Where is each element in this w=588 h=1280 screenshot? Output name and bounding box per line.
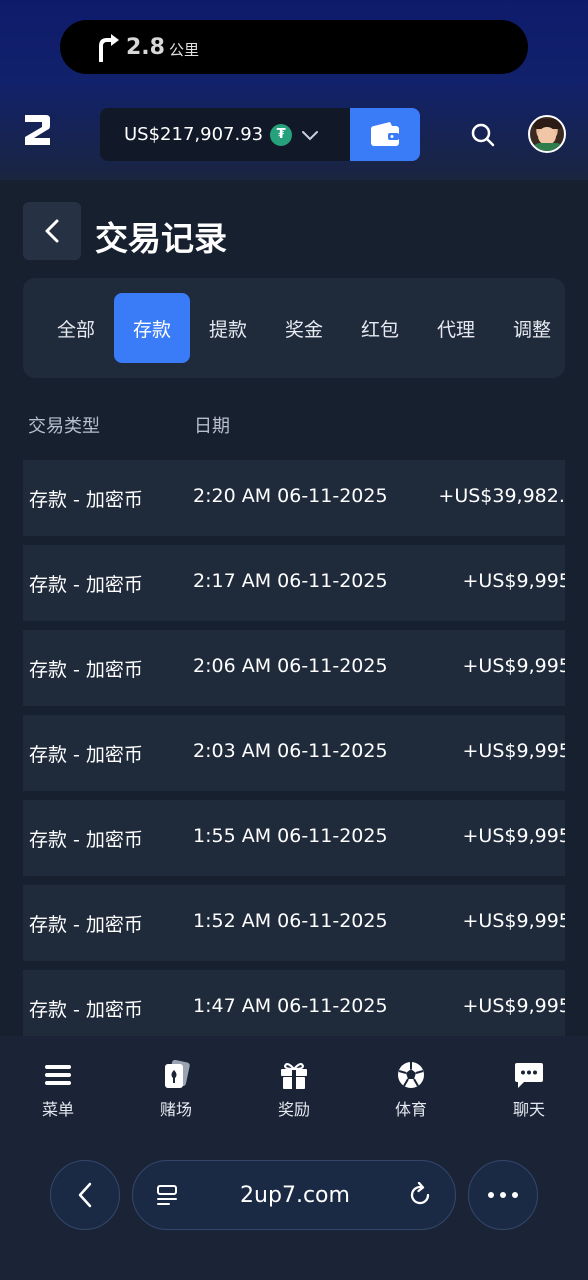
transaction-amount: +US$9,995.7 (462, 825, 566, 847)
search-icon[interactable] (470, 122, 496, 148)
more-dots-icon (488, 1192, 518, 1198)
tab-withdraw[interactable]: 提款 (190, 293, 266, 363)
transaction-amount: +US$9,995.7 (462, 655, 566, 677)
transaction-amount: +US$9,995.7 (462, 995, 566, 1017)
browser-more-button[interactable] (468, 1160, 538, 1230)
tab-adjustment[interactable]: 调整 (494, 293, 565, 363)
balance-selector[interactable]: US$217,907.93 ₮ (100, 108, 352, 161)
transaction-filter-tabs: 全部 存款 提款 奖金 红包 代理 调整 (23, 278, 565, 378)
logo-icon[interactable] (22, 112, 52, 148)
bottom-nav-label: 菜单 (41, 1100, 74, 1119)
navigation-pill[interactable]: 2.8 公里 (60, 20, 528, 74)
transaction-type: 存款 - 加密币 (29, 999, 143, 1021)
balance-amount: US$217,907.93 (124, 124, 264, 145)
bottom-nav-label: 聊天 (512, 1100, 545, 1119)
transaction-type: 存款 - 加密币 (29, 574, 143, 596)
transaction-date: 1:52 AM 06-11-2025 (193, 910, 388, 932)
transaction-amount: +US$9,995.7 (462, 910, 566, 932)
transaction-date: 2:17 AM 06-11-2025 (193, 570, 388, 592)
tab-bonus[interactable]: 奖金 (266, 293, 342, 363)
chevron-left-icon (78, 1182, 92, 1208)
transaction-date: 1:55 AM 06-11-2025 (193, 825, 388, 847)
transaction-type: 存款 - 加密币 (29, 914, 143, 936)
transaction-date: 2:03 AM 06-11-2025 (193, 740, 388, 762)
address-bar[interactable]: 2up7.com (132, 1160, 456, 1230)
tab-red-packet[interactable]: 红包 (342, 293, 418, 363)
table-header: 交易类型 日期 (28, 412, 568, 440)
cards-icon (165, 1060, 190, 1088)
page-title: 交易记录 (95, 219, 227, 258)
table-row[interactable]: 存款 - 加密币 2:17 AM 06-11-2025 +US$9,995.7 (23, 545, 565, 621)
transaction-list: 存款 - 加密币 2:20 AM 06-11-2025 +US$39,982.9… (23, 460, 565, 1055)
table-row[interactable]: 存款 - 加密币 1:52 AM 06-11-2025 +US$9,995.7 (23, 885, 565, 961)
bottom-nav-chat[interactable]: 聊天 (484, 1060, 574, 1122)
column-header-date: 日期 (194, 416, 230, 437)
tab-deposit[interactable]: 存款 (114, 293, 190, 363)
chat-icon (515, 1063, 543, 1088)
transaction-date: 2:20 AM 06-11-2025 (193, 485, 388, 507)
transaction-type: 存款 - 加密币 (29, 659, 143, 681)
menu-icon (45, 1065, 71, 1085)
browser-back-button[interactable] (50, 1160, 120, 1230)
wallet-button[interactable] (350, 108, 420, 161)
avatar[interactable] (528, 115, 566, 153)
bottom-nav-menu[interactable]: 菜单 (13, 1060, 103, 1122)
bottom-nav-label: 赌场 (159, 1100, 192, 1119)
tab-all[interactable]: 全部 (38, 293, 114, 363)
chevron-down-icon (302, 130, 319, 140)
transaction-date: 1:47 AM 06-11-2025 (193, 995, 388, 1017)
page-heading: 交易记录 (23, 202, 563, 262)
table-row[interactable]: 存款 - 加密币 2:06 AM 06-11-2025 +US$9,995.7 (23, 630, 565, 706)
transaction-amount: +US$39,982.9 (438, 485, 565, 507)
table-row[interactable]: 存款 - 加密币 1:55 AM 06-11-2025 +US$9,995.7 (23, 800, 565, 876)
browser-toolbar: 2up7.com (0, 1160, 588, 1230)
bottom-nav-label: 体育 (394, 1100, 427, 1119)
bottom-nav-rewards[interactable]: 奖励 (249, 1060, 339, 1122)
bottom-nav-sports[interactable]: 体育 (366, 1060, 456, 1122)
app-header: US$217,907.93 ₮ (0, 100, 588, 170)
table-row[interactable]: 存款 - 加密币 1:47 AM 06-11-2025 +US$9,995.7 (23, 970, 565, 1046)
turn-right-arrow-icon (99, 34, 119, 62)
tab-agent[interactable]: 代理 (418, 293, 494, 363)
bottom-navigation: 菜单 赌场 奖励 体育 聊天 (0, 1036, 588, 1280)
reload-icon[interactable] (407, 1182, 433, 1208)
transaction-amount: +US$9,995.7 (462, 570, 566, 592)
table-row[interactable]: 存款 - 加密币 2:20 AM 06-11-2025 +US$39,982.9 (23, 460, 565, 536)
transaction-date: 2:06 AM 06-11-2025 (193, 655, 388, 677)
chevron-left-icon (45, 219, 59, 243)
wallet-icon (371, 121, 399, 146)
navigation-distance: 2.8 (126, 34, 165, 60)
transaction-amount: +US$9,995.7 (462, 740, 566, 762)
tether-usdt-icon: ₮ (270, 123, 293, 146)
bottom-nav-label: 奖励 (277, 1100, 310, 1119)
column-header-type: 交易类型 (28, 416, 100, 437)
back-button[interactable] (23, 202, 81, 260)
navigation-unit: 公里 (168, 40, 199, 59)
gift-icon (281, 1063, 307, 1089)
transaction-type: 存款 - 加密币 (29, 744, 143, 766)
soccer-ball-icon (398, 1062, 424, 1088)
bottom-nav-casino[interactable]: 赌场 (131, 1060, 221, 1122)
transaction-type: 存款 - 加密币 (29, 829, 143, 851)
table-row[interactable]: 存款 - 加密币 2:03 AM 06-11-2025 +US$9,995.7 (23, 715, 565, 791)
transaction-type: 存款 - 加密币 (29, 489, 143, 511)
